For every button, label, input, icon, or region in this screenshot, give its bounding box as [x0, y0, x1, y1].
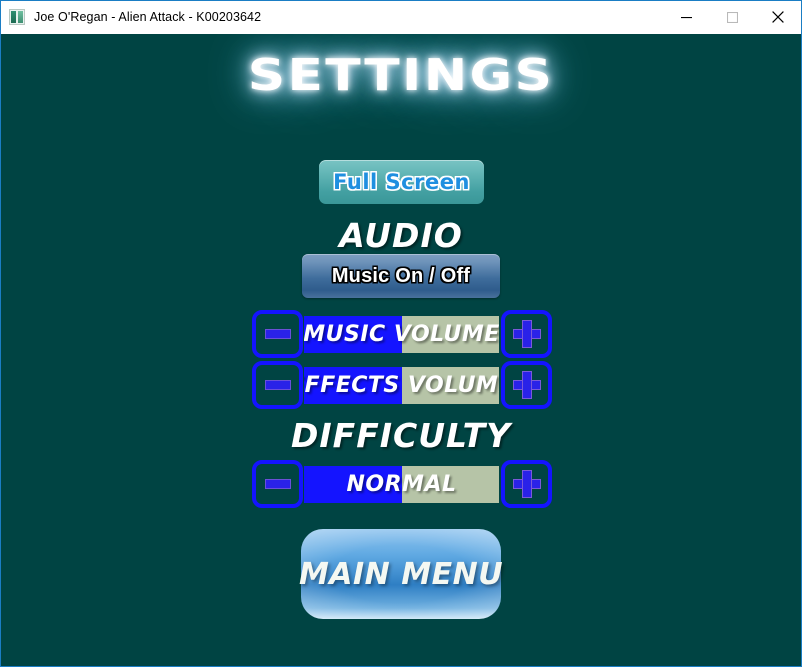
effects-volume-slider[interactable]: EFFECTS VOLUME	[304, 367, 499, 404]
music-volume-increase-button[interactable]	[501, 310, 552, 358]
music-on-off-button-label: Music On / Off	[331, 264, 471, 287]
difficulty-increase-button[interactable]	[501, 460, 552, 508]
slider-row-difficulty: NORMAL	[252, 460, 552, 508]
full-screen-button-label: Full Screen	[333, 170, 470, 194]
audio-section-heading: AUDIO	[339, 216, 463, 255]
minus-icon	[265, 480, 290, 488]
page-title: SETTINGS	[247, 50, 555, 101]
effects-volume-increase-button[interactable]	[501, 361, 552, 409]
music-volume-slider[interactable]: MUSIC VOLUME	[304, 316, 499, 353]
music-on-off-button[interactable]: Music On / Off	[302, 254, 500, 298]
maximize-icon	[726, 11, 738, 23]
music-volume-decrease-button[interactable]	[252, 310, 303, 358]
minus-icon	[265, 381, 290, 389]
application-window: Joe O'Regan - Alien Attack - K00203642 S…	[0, 0, 802, 667]
title-bar: Joe O'Regan - Alien Attack - K00203642	[1, 1, 801, 34]
main-menu-button-label: MAIN MENU	[298, 556, 504, 592]
plus-icon	[513, 372, 540, 398]
game-canvas: SETTINGS Full Screen AUDIO Music On / Of…	[1, 34, 801, 666]
main-menu-button[interactable]: MAIN MENU	[298, 529, 504, 619]
close-icon	[772, 11, 784, 23]
app-icon	[9, 9, 25, 25]
slider-row-music-volume: MUSIC VOLUME	[252, 310, 552, 358]
effects-volume-decrease-button[interactable]	[252, 361, 303, 409]
close-button[interactable]	[755, 1, 801, 33]
difficulty-slider[interactable]: NORMAL	[304, 466, 499, 503]
full-screen-button[interactable]: Full Screen	[319, 160, 484, 204]
window-controls	[663, 1, 801, 33]
minimize-button[interactable]	[663, 1, 709, 33]
plus-icon	[513, 471, 540, 497]
window-title: Joe O'Regan - Alien Attack - K00203642	[34, 10, 262, 24]
maximize-button[interactable]	[709, 1, 755, 33]
difficulty-section-heading: DIFFICULTY	[290, 416, 512, 455]
difficulty-decrease-button[interactable]	[252, 460, 303, 508]
music-volume-label: MUSIC VOLUME	[304, 322, 499, 347]
minus-icon	[265, 330, 290, 338]
slider-row-effects-volume: EFFECTS VOLUME	[252, 361, 552, 409]
effects-volume-label: EFFECTS VOLUME	[304, 373, 499, 398]
plus-icon	[513, 321, 540, 347]
difficulty-value-label: NORMAL	[346, 472, 457, 497]
minimize-icon	[680, 16, 692, 18]
